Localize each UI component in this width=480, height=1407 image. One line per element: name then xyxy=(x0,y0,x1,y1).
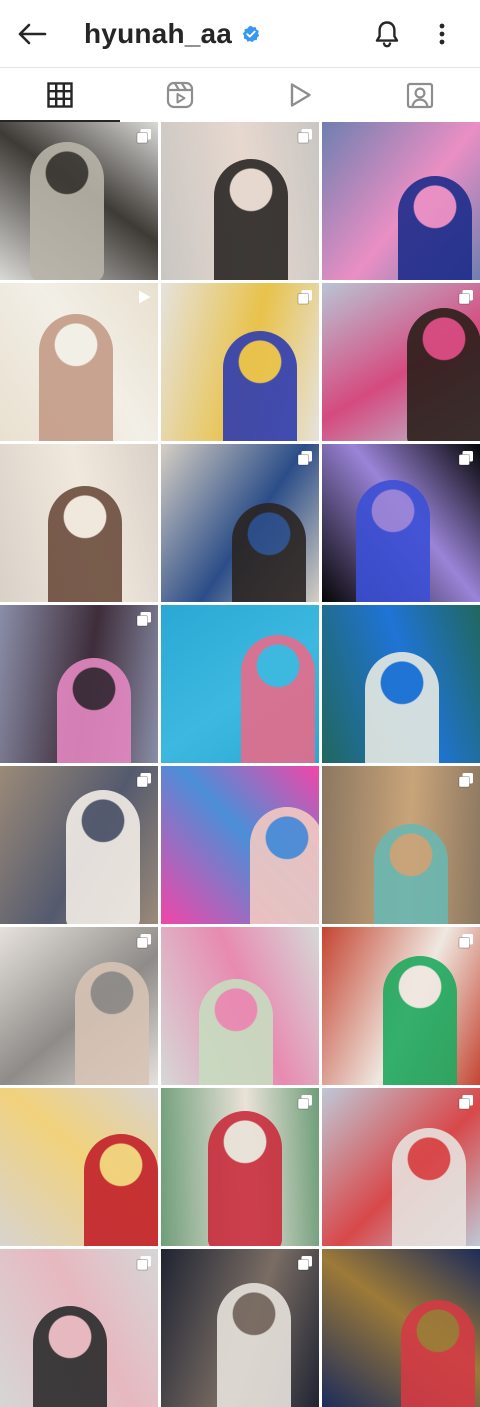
multiple-posts-icon xyxy=(136,772,152,788)
more-vertical-icon xyxy=(439,23,445,45)
tab-posts[interactable] xyxy=(0,68,120,122)
post-image-subject xyxy=(66,790,140,924)
post-thumbnail[interactable] xyxy=(322,766,480,924)
post-image-subject xyxy=(208,1111,282,1246)
post-thumbnail[interactable] xyxy=(0,1088,158,1246)
post-thumbnail[interactable] xyxy=(0,122,158,280)
post-thumbnail[interactable] xyxy=(161,444,319,602)
post-thumbnail[interactable] xyxy=(322,283,480,441)
post-image-subject xyxy=(383,956,457,1085)
profile-header: hyunah_aa xyxy=(0,0,480,66)
post-thumbnail[interactable] xyxy=(0,766,158,924)
post-thumbnail[interactable] xyxy=(0,283,158,441)
post-image-subject xyxy=(407,308,480,441)
multiple-posts-icon xyxy=(297,128,313,144)
post-image-subject xyxy=(401,1300,475,1407)
grid-icon xyxy=(47,82,73,108)
post-thumbnail[interactable] xyxy=(0,605,158,763)
post-thumbnail[interactable] xyxy=(322,444,480,602)
posts-grid xyxy=(0,122,480,1407)
post-thumbnail[interactable] xyxy=(161,283,319,441)
post-thumbnail[interactable] xyxy=(0,1249,158,1407)
multiple-posts-icon xyxy=(458,933,474,949)
post-image-subject xyxy=(57,658,131,763)
post-image-subject xyxy=(250,807,319,924)
multiple-posts-icon xyxy=(458,450,474,466)
reels-icon xyxy=(166,81,194,109)
multiple-posts-icon xyxy=(136,1255,152,1271)
multiple-posts-icon xyxy=(458,1094,474,1110)
post-thumbnail[interactable] xyxy=(161,1249,319,1407)
post-image-subject xyxy=(39,314,113,441)
username-title: hyunah_aa xyxy=(84,18,233,49)
post-thumbnail[interactable] xyxy=(322,122,480,280)
post-thumbnail[interactable] xyxy=(322,927,480,1085)
post-thumbnail[interactable] xyxy=(0,927,158,1085)
post-thumbnail[interactable] xyxy=(322,605,480,763)
multiple-posts-icon xyxy=(136,128,152,144)
post-image-subject xyxy=(75,962,149,1085)
notifications-button[interactable] xyxy=(371,17,403,51)
reel-play-icon xyxy=(136,289,152,305)
post-thumbnail[interactable] xyxy=(161,927,319,1085)
post-image-subject xyxy=(84,1134,158,1246)
multiple-posts-icon xyxy=(297,1094,313,1110)
multiple-posts-icon xyxy=(458,772,474,788)
post-image-subject xyxy=(241,635,315,763)
tab-tagged[interactable] xyxy=(360,68,480,122)
post-thumbnail[interactable] xyxy=(322,1088,480,1246)
username-title-group: hyunah_aa xyxy=(84,14,260,54)
post-image-subject xyxy=(223,331,297,441)
post-image-subject xyxy=(365,652,439,763)
post-image-subject xyxy=(33,1306,107,1407)
tab-reels[interactable] xyxy=(120,68,240,122)
post-image-subject xyxy=(217,1283,291,1407)
post-image-subject xyxy=(48,486,122,602)
more-options-button[interactable] xyxy=(430,17,454,51)
post-thumbnail[interactable] xyxy=(322,1249,480,1407)
bell-icon xyxy=(375,21,399,48)
verified-badge-icon xyxy=(242,25,260,43)
post-image-subject xyxy=(199,979,273,1085)
back-button[interactable] xyxy=(14,17,50,51)
post-image-subject xyxy=(398,176,472,280)
multiple-posts-icon xyxy=(297,1255,313,1271)
multiple-posts-icon xyxy=(297,289,313,305)
post-thumbnail[interactable] xyxy=(161,766,319,924)
play-icon xyxy=(290,83,311,107)
post-image-subject xyxy=(30,142,104,280)
profile-tabs xyxy=(0,67,480,122)
post-image-subject xyxy=(392,1128,466,1246)
post-image-subject xyxy=(214,159,288,280)
post-thumbnail[interactable] xyxy=(161,605,319,763)
post-thumbnail[interactable] xyxy=(0,444,158,602)
back-arrow-icon xyxy=(18,23,47,45)
tab-videos[interactable] xyxy=(240,68,360,122)
post-thumbnail[interactable] xyxy=(161,1088,319,1246)
post-image-subject xyxy=(232,503,306,602)
post-image-subject xyxy=(356,480,430,602)
post-thumbnail[interactable] xyxy=(161,122,319,280)
multiple-posts-icon xyxy=(136,933,152,949)
tagged-person-icon xyxy=(406,82,434,109)
multiple-posts-icon xyxy=(297,450,313,466)
multiple-posts-icon xyxy=(458,289,474,305)
multiple-posts-icon xyxy=(136,611,152,627)
post-image-subject xyxy=(374,824,448,924)
